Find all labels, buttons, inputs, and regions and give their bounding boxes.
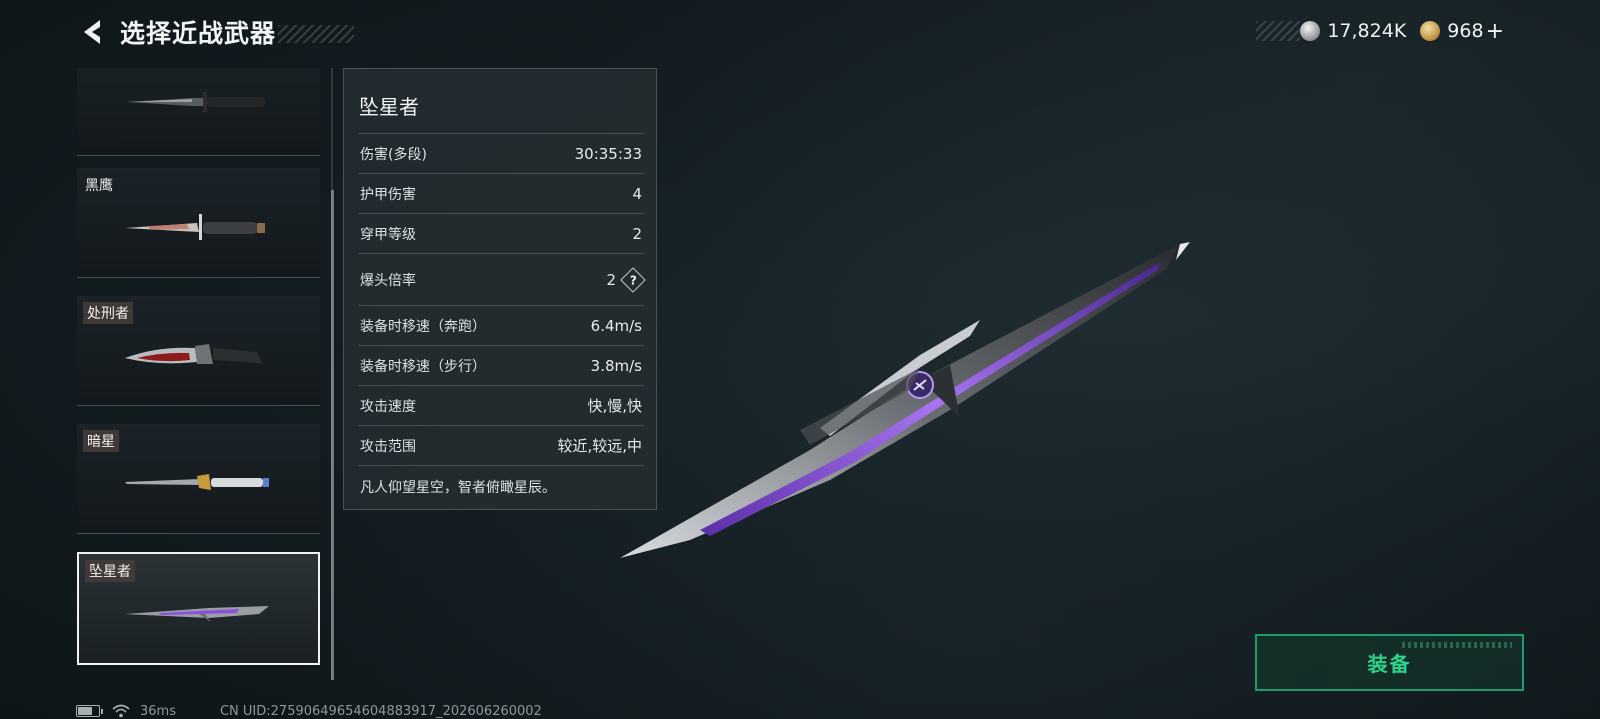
back-arrow-icon <box>84 20 100 44</box>
gold-amount: 968 <box>1447 20 1484 42</box>
title-decoration <box>278 25 355 43</box>
executioner-knife-icon <box>125 344 263 364</box>
stat-label: 爆头倍率 <box>360 272 416 289</box>
silver-amount: 17,824K <box>1327 20 1407 42</box>
stat-row-run-speed: 装备时移速（奔跑） 6.4m/s <box>358 305 644 345</box>
stat-value: 30:35:33 <box>574 144 642 163</box>
stat-label: 穿甲等级 <box>360 226 416 243</box>
stat-value: 2 <box>606 270 616 289</box>
stat-label: 攻击范围 <box>360 438 416 455</box>
ping-readout: 36ms <box>140 703 176 719</box>
battery-icon <box>76 705 103 717</box>
stat-label: 护甲伤害 <box>360 186 416 203</box>
back-button[interactable] <box>76 15 106 49</box>
weapon-card[interactable] <box>77 68 320 156</box>
weapon-name: 黑鹰 <box>85 178 113 194</box>
black-hawk-knife-icon <box>125 214 265 240</box>
weapon-card-selected[interactable]: 坠星者 <box>77 552 320 665</box>
weapon-description: 凡人仰望星空，智者俯瞰星辰。 <box>358 465 644 507</box>
weapon-name: 暗星 <box>83 430 119 452</box>
stat-value: 4 <box>632 184 642 203</box>
equip-button[interactable]: 装备 <box>1255 634 1524 691</box>
stat-label: 伤害(多段) <box>360 146 427 163</box>
weapon-title: 坠星者 <box>359 95 419 119</box>
wifi-icon <box>112 704 130 718</box>
silver-coin-icon <box>1300 21 1321 41</box>
weapon-card[interactable]: 暗星 <box>77 424 320 534</box>
stat-row-headshot: 爆头倍率 2 ? <box>358 253 646 305</box>
stat-row-attack-speed: 攻击速度 快,慢,快 <box>358 385 644 425</box>
add-currency-button[interactable]: + <box>1486 19 1504 44</box>
weapon-name: 坠星者 <box>85 560 135 582</box>
stat-label: 装备时移速（步行） <box>360 358 486 375</box>
gold-coin-icon <box>1420 21 1441 41</box>
stat-row-damage: 伤害(多段) 30:35:33 <box>358 133 644 173</box>
equip-decoration <box>1402 642 1512 648</box>
user-uid: CN UID:2759064965460488391​7_20260626000… <box>219 703 542 719</box>
weapon-preview-image <box>620 242 1190 558</box>
battery-level-fill <box>78 707 92 715</box>
page-header: 选择近战武器 <box>76 14 355 50</box>
currency-decoration <box>1256 21 1301 41</box>
weapon-name: 处刑者 <box>83 302 133 324</box>
weapon-list[interactable]: 黑鹰 处刑者 暗星 坠星者 <box>77 68 322 680</box>
stat-row-penetration: 穿甲等级 2 <box>358 213 644 253</box>
stat-row-armor-damage: 护甲伤害 4 <box>358 173 644 213</box>
combat-knife-icon <box>127 92 265 112</box>
equip-label: 装备 <box>1367 652 1412 676</box>
currency-bar: 17,824K 968 + <box>1256 19 1504 44</box>
page-title: 选择近战武器 <box>120 19 277 48</box>
stat-row-walk-speed: 装备时移速（步行） 3.8m/s <box>358 345 644 385</box>
weapon-stats-panel: 坠星者 伤害(多段) 30:35:33 护甲伤害 4 穿甲等级 2 爆头倍率 2… <box>343 68 657 510</box>
star-faller-knife-icon <box>125 606 269 622</box>
list-scrollbar-thumb[interactable] <box>331 190 334 680</box>
weapon-card[interactable]: 处刑者 <box>77 296 320 406</box>
stat-label: 攻击速度 <box>360 398 416 415</box>
stat-row-attack-range: 攻击范围 较近,较远,中 <box>358 425 644 465</box>
stat-label: 装备时移速（奔跑） <box>360 318 486 335</box>
stats-list: 伤害(多段) 30:35:33 护甲伤害 4 穿甲等级 2 爆头倍率 2 ? 装… <box>358 133 646 507</box>
weapon-card[interactable]: 黑鹰 <box>77 168 320 278</box>
dark-star-knife-icon <box>125 474 269 490</box>
status-footer: 36ms CN UID:2759064965460488391​7_202606… <box>76 703 542 719</box>
